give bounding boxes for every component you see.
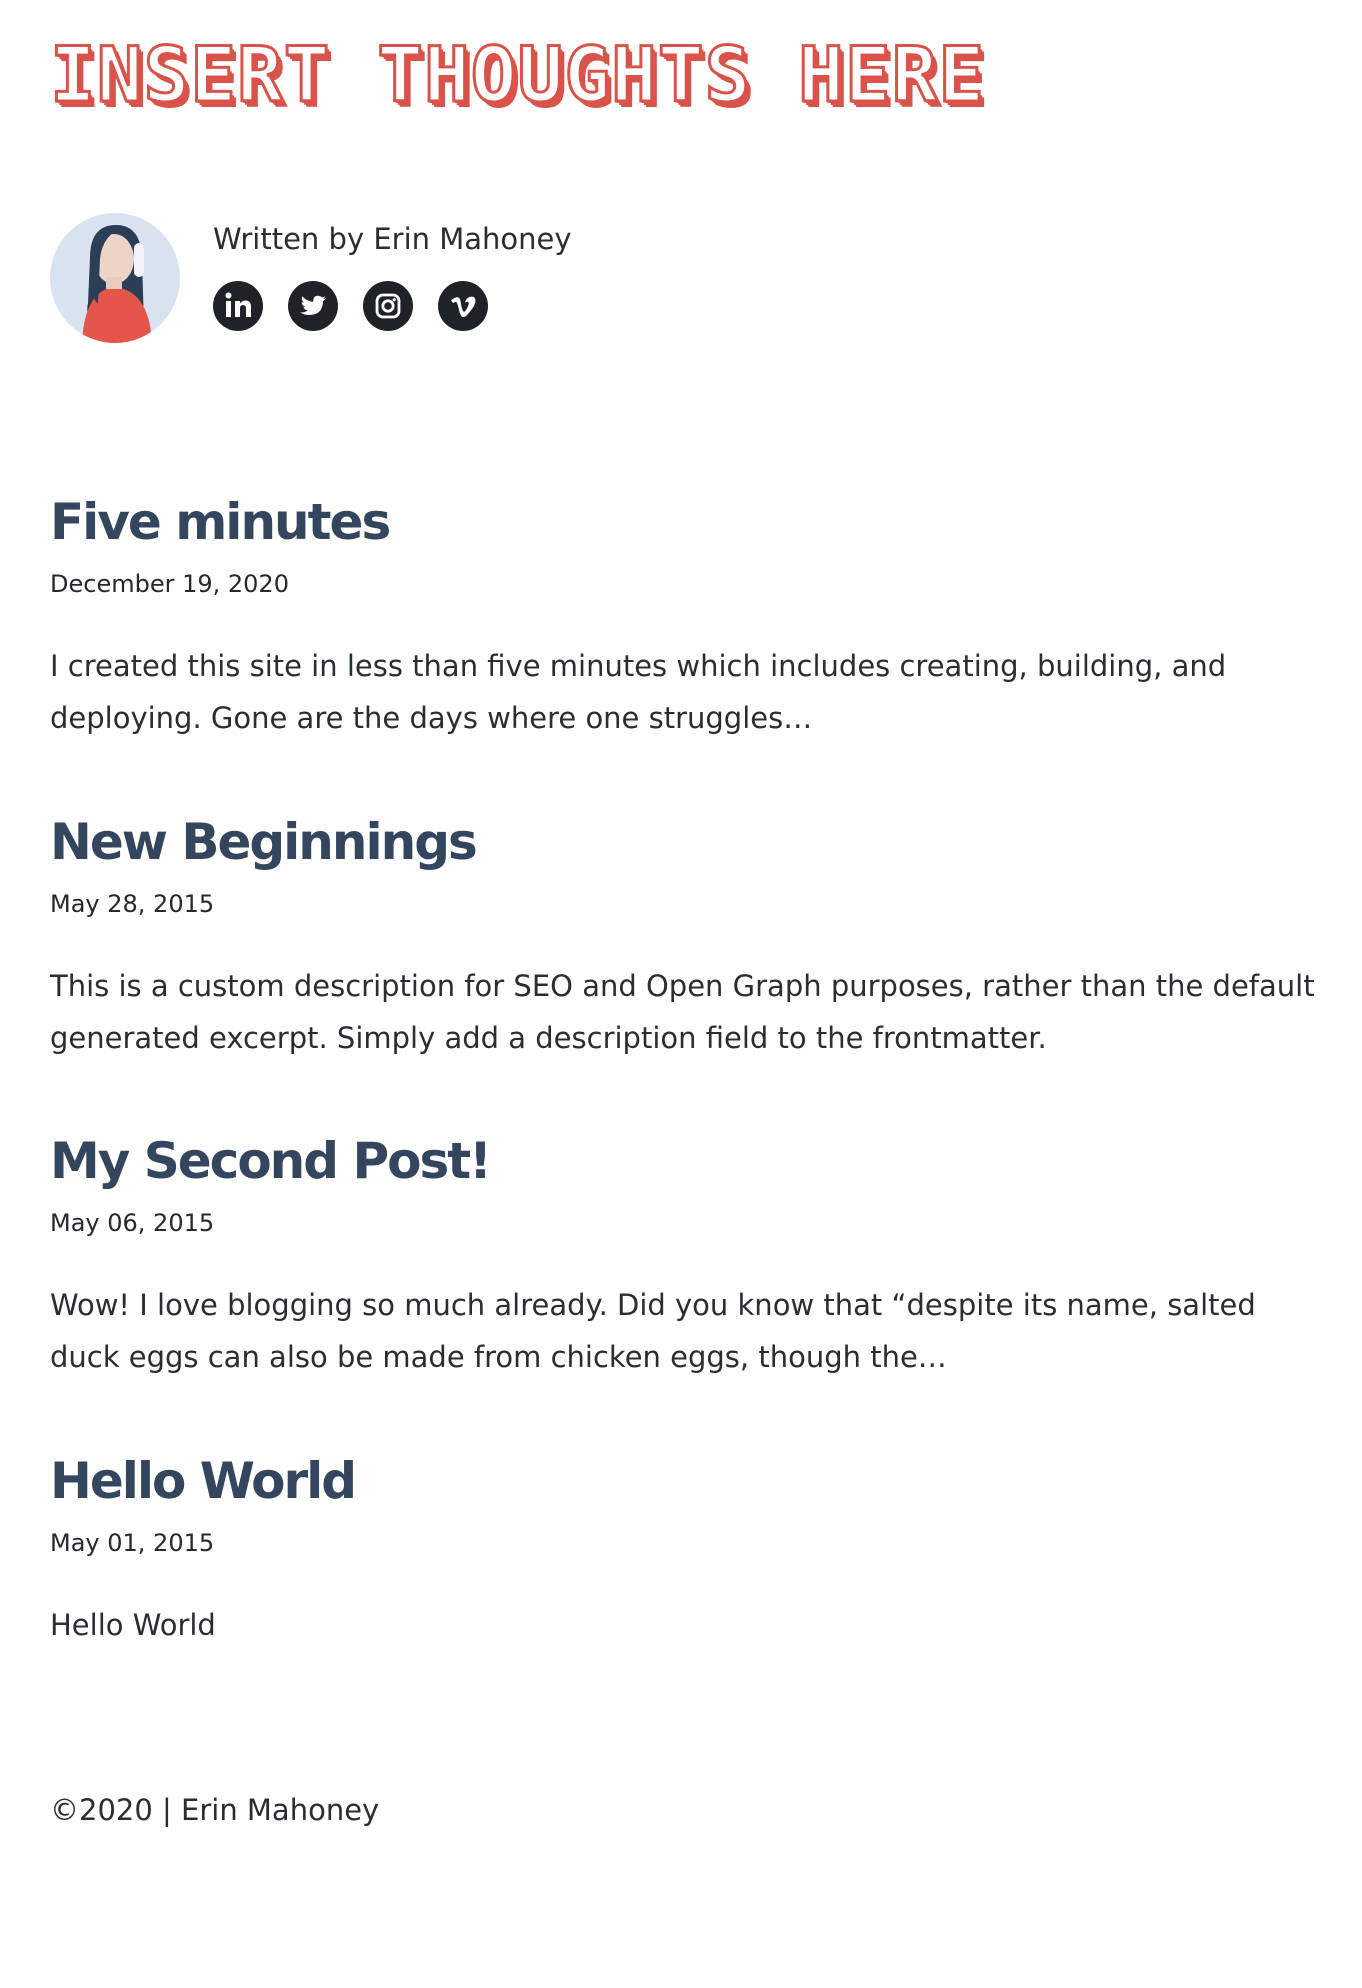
author-bio: Written by Erin Mahoney [50,213,750,343]
footer-copyright: ©2020 | Erin Mahoney [50,1793,380,1827]
post-title: New Beginnings [50,810,1320,874]
post-excerpt: Wow! I love blogging so much already. Di… [50,1288,1256,1374]
linkedin-icon [225,292,251,317]
vimeo-link[interactable] [438,281,488,331]
post-card: Hello World May 01, 2015 Hello World [50,1449,1320,1651]
avatar [50,213,180,343]
post-title: Hello World [50,1449,1320,1513]
twitter-icon [300,295,326,315]
post-card: Five minutes December 19, 2020 I created… [50,490,1320,744]
post-excerpt: I created this site in less than five mi… [50,649,1227,735]
avatar-illustration [50,213,180,343]
vimeo-icon [451,296,476,318]
post-excerpt: Hello World [50,1608,216,1642]
post-date: May 06, 2015 [50,1209,215,1237]
instagram-icon [375,293,401,319]
author-byline: Written by Erin Mahoney [213,222,572,256]
post-title-link[interactable]: My Second Post! [50,1132,492,1190]
footer: ©2020 | Erin Mahoney [50,1790,379,1830]
post-date: May 28, 2015 [50,890,215,918]
social-links [213,281,488,331]
post-title-link[interactable]: Five minutes [50,493,391,551]
linkedin-link[interactable] [213,281,263,331]
post-title: My Second Post! [50,1129,1320,1193]
site-title-link[interactable]: INSERT THOUGHTS HERE [48,29,985,121]
post-date: May 01, 2015 [50,1529,215,1557]
instagram-link[interactable] [363,281,413,331]
post-date: December 19, 2020 [50,570,289,598]
post-excerpt: This is a custom description for SEO and… [50,969,1315,1055]
post-card: My Second Post! May 06, 2015 Wow! I love… [50,1129,1320,1383]
post-title-link[interactable]: Hello World [50,1452,357,1510]
post-card: New Beginnings May 28, 2015 This is a cu… [50,810,1320,1064]
twitter-link[interactable] [288,281,338,331]
post-title: Five minutes [50,490,1320,554]
post-title-link[interactable]: New Beginnings [50,813,478,871]
site-title: INSERT THOUGHTS HERE [48,29,985,121]
